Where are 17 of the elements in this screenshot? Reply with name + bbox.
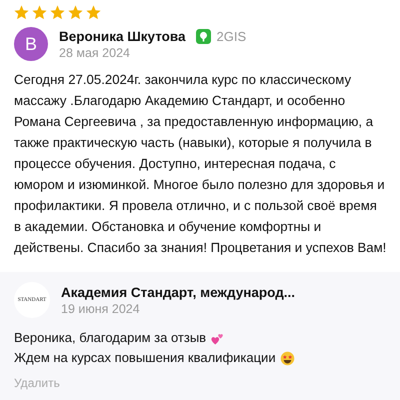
star-icon <box>67 4 84 21</box>
reply-date: 19 июня 2024 <box>61 302 140 316</box>
reply-text: Вероника, благодарим за отзыв <box>14 329 206 347</box>
company-name: Академия Стандарт, международ... <box>61 284 296 300</box>
star-icon <box>85 4 102 21</box>
star-icon <box>49 4 66 21</box>
smiley-icon <box>280 350 295 366</box>
author-name: Вероника Шкутова <box>59 28 186 44</box>
delete-link[interactable]: Удалить <box>14 376 60 390</box>
map-pin-icon <box>196 28 211 44</box>
star-icon <box>31 4 48 21</box>
avatar: В <box>14 27 48 61</box>
reply-text: Ждем на курсах повышения квалификации <box>14 349 276 367</box>
star-icon <box>13 4 30 21</box>
review-text: Сегодня 27.05.2024г. закончила курс по классическому массажу .Благодарю Академию Стандарт, и особенно Романа Сергеевича , за предоставленную информацию, а также практическую часть (навыки), которые я получила в процессе обучения. Доступно, интересная подача, с юмором и изюминкой. Многое было полезно для здоровья и профилактики. Я провела отлично, и с пользой своё время в академии. Обстановка и обучение комфортны и действены. Спасибо за знания! Процветания и успехов Вам! <box>13 71 388 257</box>
source-label: 2GIS <box>216 28 246 44</box>
review-date: 28 мая 2024 <box>59 46 130 60</box>
